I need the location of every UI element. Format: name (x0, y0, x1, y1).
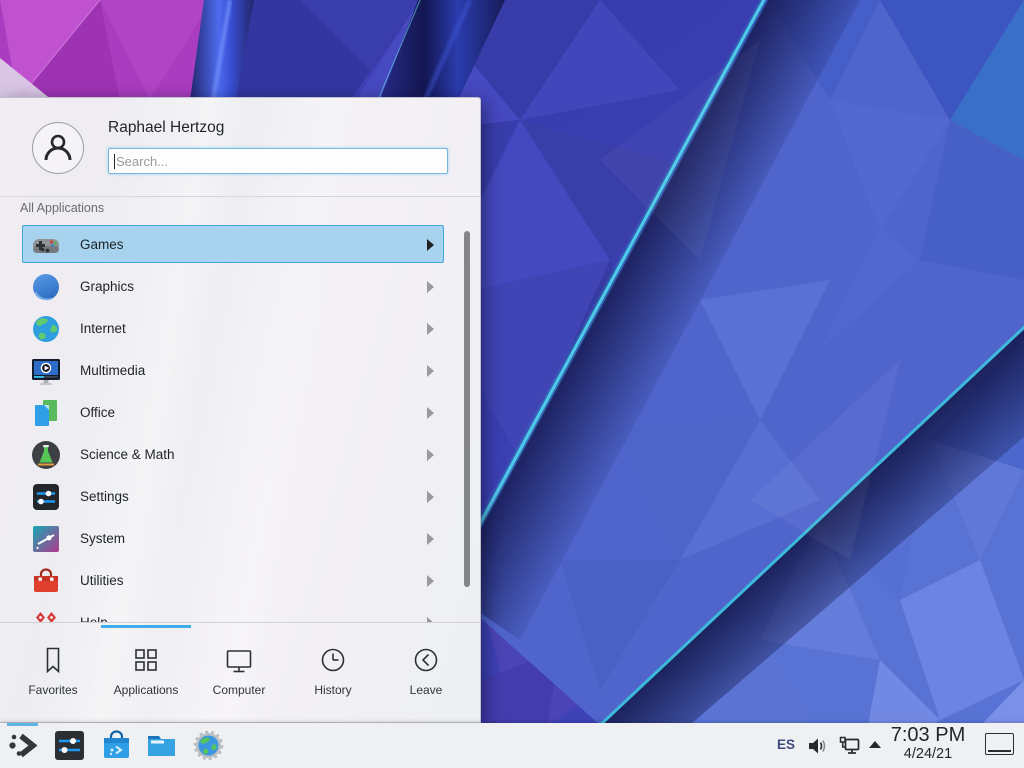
submenu-arrow-icon (427, 239, 434, 251)
app-category-label: System (80, 531, 125, 546)
app-category-graphics[interactable]: Graphics (22, 267, 444, 305)
scrollbar[interactable] (464, 231, 470, 587)
launcher-tabbar: Favorites Applications Computer (0, 622, 481, 724)
clock-time: 7:03 PM (884, 724, 972, 746)
app-category-label: Settings (80, 489, 129, 504)
tab-label: Computer (213, 683, 266, 697)
submenu-arrow-icon (427, 323, 434, 335)
app-category-system[interactable]: System (22, 519, 444, 557)
internet-globe-icon (30, 313, 62, 345)
desktop: Raphael Hertzog Search... All Applicatio… (0, 0, 1024, 768)
tab-label: History (314, 683, 351, 697)
taskbar: ES 7:03 PM 4/24/21 (0, 723, 1024, 768)
app-category-help[interactable]: Help (22, 603, 444, 622)
active-task-indicator (7, 723, 38, 726)
section-label: All Applications (20, 201, 104, 215)
submenu-arrow-icon (427, 365, 434, 377)
app-category-label: Multimedia (80, 363, 145, 378)
submenu-arrow-icon (427, 281, 434, 293)
tab-label: Applications (114, 683, 179, 697)
app-category-science-math[interactable]: Science & Math (22, 435, 444, 473)
tab-leave[interactable]: Leave (381, 645, 471, 717)
graphics-sphere-icon (30, 271, 62, 303)
leave-icon (411, 645, 441, 675)
clock-date: 4/24/21 (884, 746, 972, 763)
tab-applications[interactable]: Applications (101, 645, 191, 717)
app-category-label: Utilities (80, 573, 124, 588)
application-launcher-popup: Raphael Hertzog Search... All Applicatio… (0, 97, 481, 723)
app-category-internet[interactable]: Internet (22, 309, 444, 347)
active-tab-indicator (101, 625, 191, 628)
taskbar-system-settings-button[interactable] (53, 729, 86, 762)
app-category-label: Help (80, 615, 108, 623)
submenu-arrow-icon (427, 491, 434, 503)
system-sliders-icon (30, 523, 62, 555)
tab-favorites[interactable]: Favorites (8, 645, 98, 717)
app-category-settings[interactable]: Settings (22, 477, 444, 515)
user-name: Raphael Hertzog (108, 119, 224, 137)
search-input[interactable]: Search... (108, 148, 448, 174)
tray-expand-arrow-icon[interactable] (867, 738, 883, 750)
app-grid-icon (131, 645, 161, 675)
app-category-list: Games Graphics (0, 225, 481, 622)
digital-clock[interactable]: 7:03 PM 4/24/21 (884, 724, 972, 763)
app-category-games[interactable]: Games (22, 225, 444, 263)
science-flask-icon (30, 439, 62, 471)
user-avatar-icon (32, 122, 84, 174)
volume-icon[interactable] (806, 735, 828, 757)
submenu-arrow-icon (427, 533, 434, 545)
system-settings-icon (53, 729, 86, 762)
kde-launcher-icon (7, 729, 40, 762)
taskbar-launcher-button[interactable] (7, 729, 40, 762)
app-category-label: Science & Math (80, 447, 175, 462)
app-category-office[interactable]: Office (22, 393, 444, 431)
tab-label: Favorites (28, 683, 77, 697)
app-category-multimedia[interactable]: Multimedia (22, 351, 444, 389)
multimedia-monitor-icon (30, 355, 62, 387)
history-clock-icon (318, 645, 348, 675)
discover-software-icon (100, 729, 133, 762)
taskbar-file-manager-button[interactable] (145, 729, 178, 762)
tab-label: Leave (410, 683, 443, 697)
app-category-label: Games (80, 237, 124, 252)
submenu-arrow-icon (427, 407, 434, 419)
show-desktop-button[interactable] (985, 733, 1014, 755)
app-category-label: Graphics (80, 279, 134, 294)
taskbar-discover-button[interactable] (100, 729, 133, 762)
tab-computer[interactable]: Computer (194, 645, 284, 717)
submenu-arrow-icon (427, 449, 434, 461)
network-icon[interactable] (837, 735, 861, 757)
globe-gear-browser-icon (192, 729, 225, 762)
launcher-header: Raphael Hertzog Search... (0, 98, 480, 197)
taskbar-browser-button[interactable] (192, 729, 225, 762)
computer-monitor-icon (224, 645, 254, 675)
text-caret (114, 154, 115, 169)
keyboard-layout-indicator[interactable]: ES (777, 737, 803, 752)
gamepad-icon (30, 229, 62, 261)
utilities-toolbox-icon (30, 565, 62, 597)
app-category-label: Internet (80, 321, 126, 336)
office-documents-icon (30, 397, 62, 429)
app-category-utilities[interactable]: Utilities (22, 561, 444, 599)
settings-sliders-icon (30, 481, 62, 513)
folder-icon (145, 729, 178, 762)
help-icon (30, 607, 62, 622)
app-category-label: Office (80, 405, 115, 420)
bookmark-icon (38, 645, 68, 675)
tab-history[interactable]: History (288, 645, 378, 717)
search-placeholder: Search... (116, 154, 168, 169)
submenu-arrow-icon (427, 575, 434, 587)
